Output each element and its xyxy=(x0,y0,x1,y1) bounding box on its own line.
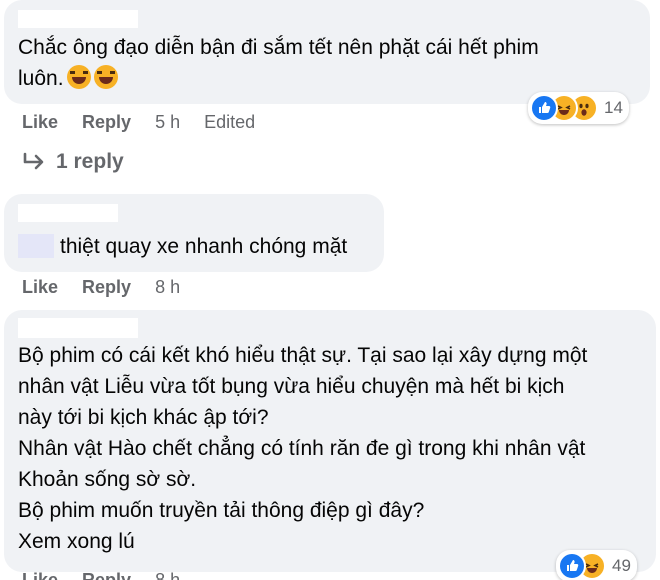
like-button[interactable]: Like xyxy=(22,570,58,580)
comment-text: thiệt quay xe nhanh chóng mặt xyxy=(60,235,348,258)
comment-bubble: thiệt quay xe nhanh chóng mặt xyxy=(4,194,384,272)
like-button[interactable]: Like xyxy=(22,277,58,298)
reaction-summary[interactable]: 14 xyxy=(528,92,629,124)
author-name-redacted xyxy=(18,10,138,28)
timestamp[interactable]: 8 h xyxy=(155,277,180,298)
reaction-count: 49 xyxy=(612,556,631,575)
timestamp[interactable]: 8 h xyxy=(155,570,180,580)
timestamp[interactable]: 5 h xyxy=(155,112,180,133)
reaction-count: 14 xyxy=(604,98,623,117)
comment-actions: Like Reply 8 h xyxy=(22,277,180,298)
comment-text: Chắc ông đạo diễn bận đi sắm tết nên phặ… xyxy=(18,36,539,90)
comment-actions: Like Reply 5 h Edited xyxy=(22,112,255,133)
reply-button[interactable]: Reply xyxy=(82,112,131,133)
comment-text: Bộ phim có cái kết khó hiểu thật sự. Tại… xyxy=(18,344,588,553)
tag-placeholder xyxy=(18,234,54,258)
author-name-redacted xyxy=(18,318,138,338)
view-replies-link[interactable]: 1 reply xyxy=(22,150,124,174)
like-button[interactable]: Like xyxy=(22,112,58,133)
like-reaction-icon xyxy=(558,552,586,580)
reply-button[interactable]: Reply xyxy=(82,570,131,580)
tears-of-joy-emoji xyxy=(66,65,91,89)
edited-label: Edited xyxy=(204,112,256,132)
reply-button[interactable]: Reply xyxy=(82,277,131,298)
like-reaction-icon xyxy=(530,94,558,122)
comment-actions: Like Reply 8 h xyxy=(22,570,180,580)
comment-bubble: Bộ phim có cái kết khó hiểu thật sự. Tại… xyxy=(4,310,656,572)
comment-bubble: Chắc ông đạo diễn bận đi sắm tết nên phặ… xyxy=(4,0,650,104)
reaction-summary[interactable]: 49 xyxy=(556,550,637,580)
reply-arrow-icon xyxy=(23,152,44,170)
author-name-redacted xyxy=(18,204,118,222)
tears-of-joy-emoji xyxy=(93,65,118,89)
